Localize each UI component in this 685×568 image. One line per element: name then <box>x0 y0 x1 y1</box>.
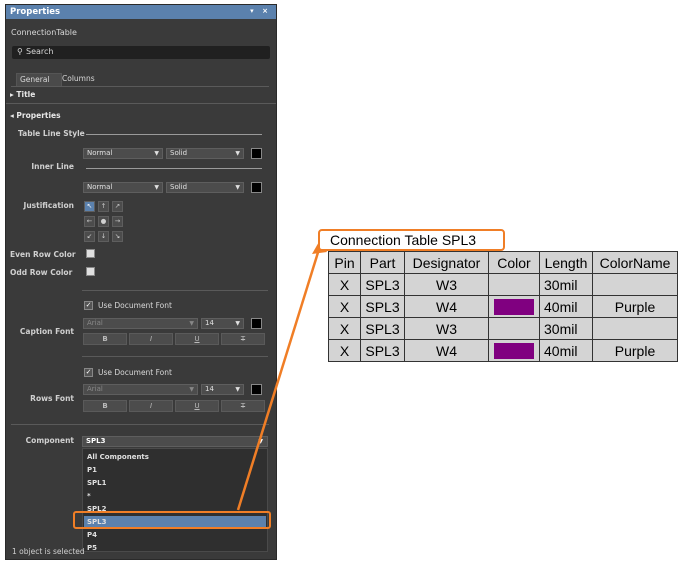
callout-line <box>236 245 322 511</box>
table-title: Connection Table SPL3 <box>318 229 505 251</box>
cell-designator: W3 <box>404 317 489 340</box>
table-row: X SPL3 W4 40mil Purple <box>328 295 678 318</box>
header-designator: Designator <box>404 251 489 274</box>
cell-pin: X <box>328 273 361 296</box>
connection-table-grid: Pin Part Designator Color Length ColorNa… <box>328 251 678 362</box>
cell-colorname: Purple <box>592 295 678 318</box>
cell-part: SPL3 <box>360 339 405 362</box>
cell-colorname: Purple <box>592 339 678 362</box>
cell-color <box>488 339 540 362</box>
cell-colorname <box>592 317 678 340</box>
cell-color <box>488 317 540 340</box>
cell-pin: X <box>328 339 361 362</box>
header-part: Part <box>360 251 405 274</box>
color-swatch <box>494 342 534 359</box>
header-pin: Pin <box>328 251 361 274</box>
table-header-row: Pin Part Designator Color Length ColorNa… <box>328 251 678 274</box>
cell-length: 40mil <box>539 295 593 318</box>
cell-color <box>488 273 540 296</box>
cell-part: SPL3 <box>360 295 405 318</box>
cell-colorname <box>592 273 678 296</box>
cell-color <box>488 295 540 318</box>
cell-pin: X <box>328 317 361 340</box>
header-length: Length <box>539 251 593 274</box>
cell-part: SPL3 <box>360 273 405 296</box>
connection-table: Pin Part Designator Color Length ColorNa… <box>328 251 678 362</box>
cell-length: 30mil <box>539 317 593 340</box>
cell-pin: X <box>328 295 361 318</box>
table-row: X SPL3 W3 30mil <box>328 273 678 296</box>
color-swatch <box>494 298 534 315</box>
cell-length: 40mil <box>539 339 593 362</box>
header-colorname: ColorName <box>592 251 678 274</box>
cell-designator: W3 <box>404 273 489 296</box>
header-color: Color <box>488 251 540 274</box>
cell-designator: W4 <box>404 295 489 318</box>
cell-part: SPL3 <box>360 317 405 340</box>
table-row: X SPL3 W3 30mil <box>328 317 678 340</box>
cell-length: 30mil <box>539 273 593 296</box>
cell-designator: W4 <box>404 339 489 362</box>
table-row: X SPL3 W4 40mil Purple <box>328 339 678 362</box>
